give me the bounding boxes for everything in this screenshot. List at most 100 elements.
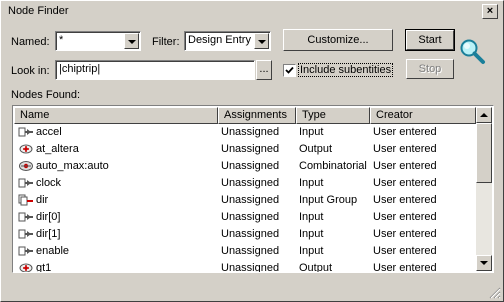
assignments-cell: Unassigned bbox=[221, 211, 280, 223]
include-subentities-checkbox[interactable] bbox=[283, 64, 296, 77]
stop-button[interactable]: Stop bbox=[406, 59, 454, 79]
assignments-cell: Unassigned bbox=[221, 245, 280, 257]
window-title: Node Finder bbox=[8, 5, 69, 17]
creator-cell: User entered bbox=[373, 194, 437, 206]
look-in-value: |chiptrip| bbox=[59, 63, 101, 75]
node-icon bbox=[18, 262, 34, 272]
type-cell: Output bbox=[299, 262, 333, 273]
column-header-type[interactable]: Type bbox=[296, 107, 370, 124]
node-icon bbox=[18, 211, 34, 226]
close-button[interactable]: × bbox=[482, 4, 498, 19]
creator-cell: User entered bbox=[373, 126, 437, 138]
type-cell: Input bbox=[299, 245, 324, 257]
creator-cell: User entered bbox=[373, 262, 437, 273]
combinatorial-node-icon bbox=[19, 161, 33, 171]
node-icon bbox=[18, 228, 34, 243]
scroll-down-icon bbox=[480, 261, 488, 265]
creator-cell: User entered bbox=[373, 177, 437, 189]
type-cell: Combinatorial bbox=[299, 160, 367, 172]
input-pin-icon bbox=[18, 229, 33, 239]
assignments-cell: Unassigned bbox=[221, 160, 280, 172]
table-row[interactable]: dir[1] Unassigned Input User entered bbox=[14, 226, 476, 243]
nodes-found-label: Nodes Found: bbox=[11, 89, 81, 101]
node-finder-dialog: Node Finder × Named: * Filter: Design En… bbox=[0, 0, 504, 302]
input-pin-icon bbox=[18, 246, 33, 256]
node-name-cell: accel bbox=[36, 126, 62, 138]
chevron-down-icon bbox=[128, 40, 136, 44]
resize-grip-icon[interactable] bbox=[489, 287, 501, 299]
table-row[interactable]: at_altera Unassigned Output User entered bbox=[14, 141, 476, 158]
node-icon bbox=[18, 160, 34, 175]
scrollbar-thumb[interactable] bbox=[476, 123, 492, 183]
scroll-up-icon bbox=[480, 113, 488, 117]
customize-button[interactable]: Customize... bbox=[283, 29, 393, 51]
creator-cell: User entered bbox=[373, 211, 437, 223]
assignments-cell: Unassigned bbox=[221, 126, 280, 138]
assignments-cell: Unassigned bbox=[221, 262, 280, 273]
node-name-cell: auto_max:auto bbox=[36, 160, 109, 172]
assignments-cell: Unassigned bbox=[221, 177, 280, 189]
table-row[interactable]: auto_max:auto Unassigned Combinatorial User… bbox=[14, 158, 476, 175]
input-pin-icon bbox=[18, 127, 33, 137]
node-name-cell: clock bbox=[36, 177, 62, 189]
creator-cell: User entered bbox=[373, 160, 437, 172]
node-name-cell: gt1 bbox=[36, 262, 52, 273]
table-row[interactable]: accel Unassigned Input User entered bbox=[14, 124, 476, 141]
magnifier-icon bbox=[460, 39, 485, 64]
type-cell: Input bbox=[299, 126, 324, 138]
named-dropdown-button[interactable] bbox=[124, 33, 139, 49]
node-name-cell: enable bbox=[36, 245, 70, 257]
node-name-cell: dir[0] bbox=[36, 211, 61, 223]
node-name-cell: dir bbox=[36, 194, 49, 206]
look-in-label: Look in: bbox=[11, 65, 50, 77]
table-row[interactable]: clock Unassigned Input User entered bbox=[14, 175, 476, 192]
filter-dropdown-button[interactable] bbox=[254, 33, 269, 49]
creator-cell: User entered bbox=[373, 228, 437, 240]
scroll-up-button[interactable] bbox=[476, 107, 492, 123]
type-cell: Input Group bbox=[299, 194, 358, 206]
filter-label: Filter: bbox=[152, 36, 180, 48]
node-icon bbox=[18, 177, 34, 192]
table-row[interactable]: gt1 Unassigned Output User entered bbox=[14, 260, 476, 273]
filter-combobox[interactable]: Design Entry ( bbox=[184, 31, 271, 51]
assignments-cell: Unassigned bbox=[221, 194, 280, 206]
input-group-icon bbox=[18, 194, 33, 206]
output-pin-icon bbox=[19, 263, 33, 272]
type-cell: Input bbox=[299, 177, 324, 189]
table-row[interactable]: dir[0] Unassigned Input User entered bbox=[14, 209, 476, 226]
browse-button[interactable]: ... bbox=[256, 60, 272, 80]
filter-value: Design Entry ( bbox=[188, 34, 254, 46]
node-icon bbox=[18, 245, 34, 260]
type-cell: Input bbox=[299, 211, 324, 223]
column-header-name[interactable]: Name bbox=[14, 107, 218, 124]
table-header: Name Assignments Type Creator bbox=[14, 107, 476, 124]
node-icon bbox=[18, 126, 34, 141]
vertical-scrollbar[interactable] bbox=[476, 107, 492, 271]
title-bar: Node Finder × bbox=[2, 2, 502, 20]
include-subentities-label[interactable]: Include subentities bbox=[298, 63, 394, 77]
creator-cell: User entered bbox=[373, 245, 437, 257]
look-in-field[interactable]: |chiptrip| bbox=[55, 60, 255, 80]
named-combobox[interactable]: * bbox=[55, 31, 141, 51]
input-pin-icon bbox=[18, 212, 33, 222]
assignments-cell: Unassigned bbox=[221, 228, 280, 240]
nodes-list[interactable]: Name Assignments Type Creator accel Unass… bbox=[12, 105, 494, 273]
table-row[interactable]: dir Unassigned Input Group User entered bbox=[14, 192, 476, 209]
output-pin-icon bbox=[19, 144, 33, 154]
table-row[interactable]: enable Unassigned Input User entered bbox=[14, 243, 476, 260]
checkmark-icon bbox=[285, 66, 294, 74]
chevron-down-icon bbox=[258, 40, 266, 44]
named-value: * bbox=[59, 34, 64, 46]
start-button[interactable]: Start bbox=[405, 29, 455, 51]
node-icon bbox=[18, 194, 34, 209]
type-cell: Output bbox=[299, 143, 333, 155]
input-pin-icon bbox=[18, 178, 33, 188]
column-header-creator[interactable]: Creator bbox=[370, 107, 476, 124]
node-icon bbox=[18, 143, 34, 158]
node-name-cell: at_altera bbox=[36, 143, 79, 155]
type-cell: Input bbox=[299, 228, 324, 240]
assignments-cell: Unassigned bbox=[221, 143, 280, 155]
column-header-assignments[interactable]: Assignments bbox=[218, 107, 296, 124]
named-label: Named: bbox=[11, 36, 50, 48]
scroll-down-button[interactable] bbox=[476, 255, 492, 271]
